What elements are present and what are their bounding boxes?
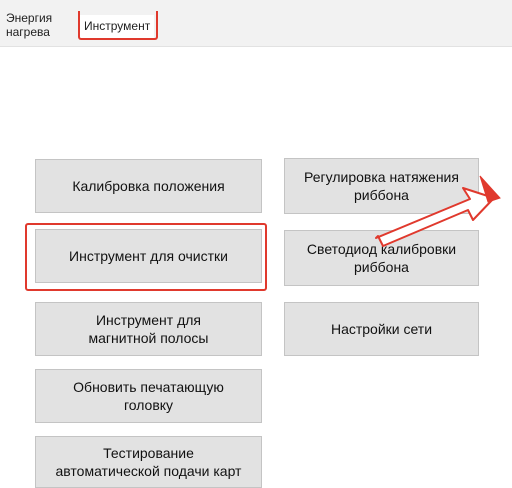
tab-heating-energy[interactable]: Энергия нагрева [6,11,66,39]
tab-tool[interactable]: Инструмент [80,15,155,39]
update-printhead-button[interactable]: Обновить печатающую головку [35,369,262,423]
position-calibration-button[interactable]: Калибровка положения [35,159,262,213]
network-settings-button[interactable]: Настройки сети [284,302,479,356]
card-feed-test-button[interactable]: Тестирование автоматической подачи карт [35,436,262,488]
tab-bar: Энергия нагрева Инструмент [0,0,512,47]
cleaning-tool-button[interactable]: Инструмент для очистки [35,229,262,283]
tool-page: Энергия нагрева Инструмент Калибровка по… [0,0,512,488]
ribbon-tension-button[interactable]: Регулировка натяжения риббона [284,158,479,214]
magnetic-stripe-tool-button[interactable]: Инструмент для магнитной полосы [35,302,262,356]
ribbon-led-calibration-button[interactable]: Светодиод калибровки риббона [284,230,479,286]
